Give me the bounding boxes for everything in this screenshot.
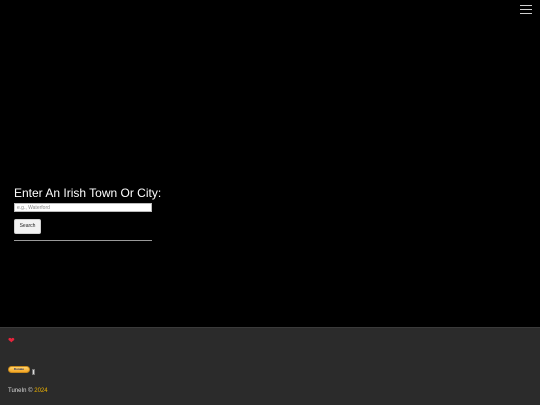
copyright-year: 2024 xyxy=(34,388,48,394)
card-icon xyxy=(32,369,35,375)
footer: ❤ Donate TuneIn © 2024 xyxy=(0,327,540,405)
heart-icon: ❤ xyxy=(8,336,15,345)
page: Enter An Irish Town Or City: Search ❤ Do… xyxy=(0,0,540,405)
town-search-input[interactable] xyxy=(14,203,152,212)
menu-bar xyxy=(520,5,532,6)
main-area: Enter An Irish Town Or City: Search xyxy=(0,0,540,327)
donate-area: Donate xyxy=(8,366,35,378)
divider xyxy=(14,240,152,241)
town-search-form: Enter An Irish Town Or City: Search xyxy=(14,186,162,241)
search-prompt: Enter An Irish Town Or City: xyxy=(14,186,162,200)
copyright: TuneIn © 2024 xyxy=(8,387,48,395)
menu-bar xyxy=(520,9,532,10)
donate-button[interactable]: Donate xyxy=(8,366,30,373)
menu-bar xyxy=(520,13,532,14)
brand-name: TuneIn xyxy=(8,388,27,394)
search-button[interactable]: Search xyxy=(14,219,41,234)
hamburger-menu-icon[interactable] xyxy=(520,5,532,15)
